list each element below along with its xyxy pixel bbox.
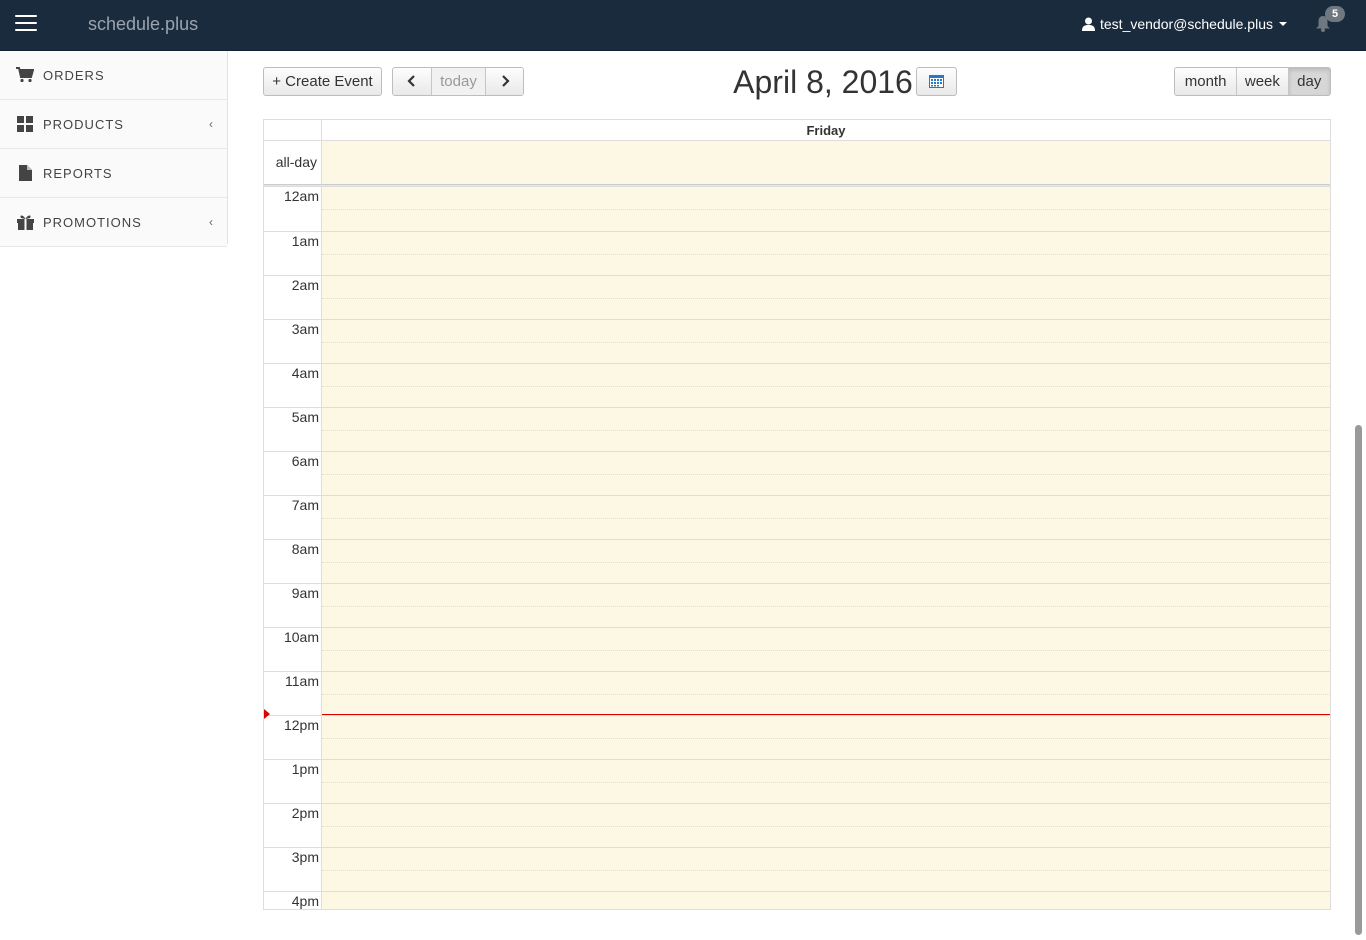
sidebar-item-label: PRODUCTS [43, 116, 124, 132]
next-button[interactable] [486, 68, 523, 95]
prev-button[interactable] [393, 68, 432, 95]
user-menu[interactable]: test_vendor@schedule.plus [1082, 16, 1287, 32]
hour-label: 2pm [291, 805, 319, 821]
hour-row[interactable]: 8am [264, 539, 1330, 583]
hour-label: 3pm [291, 849, 319, 865]
half-hour-line [322, 650, 1330, 651]
hour-row[interactable]: 4pm [264, 891, 1330, 909]
month-view-button[interactable]: month [1175, 68, 1238, 95]
hour-label: 5am [291, 409, 319, 425]
hour-row[interactable]: 9am [264, 583, 1330, 627]
sidebar: ORDERS PRODUCTS ‹ REPORTS PROMOTIONS ‹ [0, 51, 228, 247]
menu-toggle-icon[interactable] [15, 15, 37, 33]
chevron-left-icon: ‹ [209, 215, 213, 229]
week-view-button[interactable]: week [1237, 68, 1289, 95]
view-switcher: month week day [1174, 67, 1331, 96]
half-hour-line [322, 474, 1330, 475]
now-indicator-line [322, 714, 1330, 715]
hour-label: 4pm [291, 893, 319, 909]
sidebar-item-promotions[interactable]: PROMOTIONS ‹ [0, 198, 227, 247]
vertical-scrollbar[interactable] [1355, 425, 1362, 935]
hour-label: 2am [291, 277, 319, 293]
hour-row[interactable]: 3pm [264, 847, 1330, 891]
hour-label: 9am [291, 585, 319, 601]
half-hour-line [322, 430, 1330, 431]
sidebar-item-products[interactable]: PRODUCTS ‹ [0, 100, 227, 149]
date-picker-button[interactable] [916, 67, 957, 96]
hour-label: 8am [291, 541, 319, 557]
sidebar-item-reports[interactable]: REPORTS [0, 149, 227, 198]
gift-icon [16, 213, 34, 231]
chevron-right-icon [501, 75, 510, 87]
half-hour-line [322, 562, 1330, 563]
half-hour-line [322, 518, 1330, 519]
hour-row[interactable]: 3am [264, 319, 1330, 363]
day-header: Friday [264, 120, 1330, 141]
allday-row: all-day [264, 141, 1330, 184]
half-hour-line [322, 386, 1330, 387]
calendar-icon [929, 75, 944, 88]
day-name: Friday [806, 123, 846, 138]
date-navigation: today [392, 67, 524, 96]
day-calendar: Friday all-day 12am 1am 2am 3am 4am 5am 6am 7am… [263, 119, 1331, 910]
half-hour-line [322, 782, 1330, 783]
create-event-button[interactable]: + Create Event [263, 67, 382, 96]
half-hour-line [322, 342, 1330, 343]
hour-label: 6am [291, 453, 319, 469]
hour-row[interactable]: 1pm [264, 759, 1330, 803]
hour-row[interactable]: 2am [264, 275, 1330, 319]
brand-name[interactable]: schedule.plus [88, 14, 198, 35]
top-navbar: schedule.plus test_vendor@schedule.plus … [0, 0, 1366, 51]
calendar-title: April 8, 2016 [733, 64, 913, 100]
half-hour-line [322, 209, 1330, 210]
hour-row[interactable]: 12am [264, 187, 1330, 231]
user-icon [1082, 17, 1095, 31]
half-hour-line [322, 254, 1330, 255]
user-email: test_vendor@schedule.plus [1100, 16, 1273, 32]
today-button[interactable]: today [432, 68, 486, 95]
hour-row[interactable]: 6am [264, 451, 1330, 495]
hour-row[interactable]: 11am [264, 671, 1330, 715]
half-hour-line [322, 870, 1330, 871]
sidebar-item-orders[interactable]: ORDERS [0, 51, 227, 100]
notification-badge[interactable]: 5 [1325, 6, 1345, 22]
hour-row[interactable]: 4am [264, 363, 1330, 407]
hour-row[interactable]: 10am [264, 627, 1330, 671]
hour-label: 1pm [291, 761, 319, 777]
caret-down-icon [1278, 22, 1287, 26]
day-view-button[interactable]: day [1288, 68, 1330, 95]
half-hour-line [322, 606, 1330, 607]
grid-icon [16, 115, 34, 133]
file-icon [16, 164, 34, 182]
half-hour-line [322, 826, 1330, 827]
hour-row[interactable]: 12pm [264, 715, 1330, 759]
hour-label: 12pm [283, 717, 319, 733]
header-gutter [264, 120, 322, 141]
time-grid[interactable]: 12am 1am 2am 3am 4am 5am 6am 7am 8am 9am 10am 11am 1… [264, 187, 1330, 909]
hour-label: 10am [283, 629, 319, 645]
sidebar-item-label: PROMOTIONS [43, 214, 142, 230]
hour-row[interactable]: 5am [264, 407, 1330, 451]
hour-row[interactable]: 2pm [264, 803, 1330, 847]
hour-label: 3am [291, 321, 319, 337]
chevron-left-icon: ‹ [209, 117, 213, 131]
sidebar-item-label: ORDERS [43, 67, 105, 83]
chevron-left-icon [407, 75, 415, 87]
now-indicator-arrow [264, 709, 270, 719]
cart-icon [16, 66, 34, 84]
hour-row[interactable]: 7am [264, 495, 1330, 539]
half-hour-line [322, 694, 1330, 695]
allday-cell[interactable] [322, 141, 1330, 184]
sidebar-item-label: REPORTS [43, 165, 113, 181]
half-hour-line [322, 738, 1330, 739]
hour-row[interactable]: 1am [264, 231, 1330, 275]
hour-label: 12am [283, 188, 319, 204]
hour-label: 7am [291, 497, 319, 513]
hour-label: 1am [291, 233, 319, 249]
hour-label: 4am [291, 365, 319, 381]
allday-label: all-day [264, 141, 322, 184]
half-hour-line [322, 298, 1330, 299]
hour-label: 11am [285, 673, 319, 689]
